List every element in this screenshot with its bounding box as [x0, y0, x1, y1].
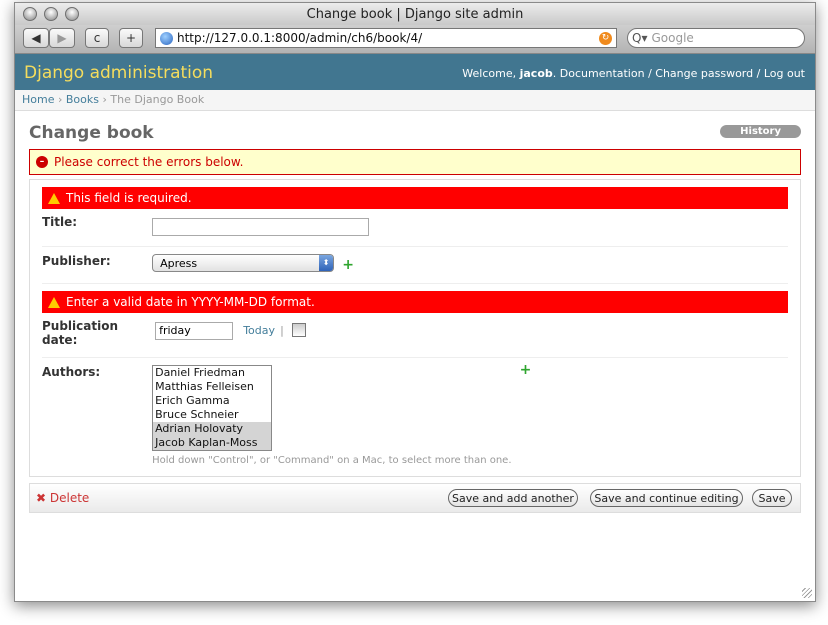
author-option-selected[interactable]: Jacob Kaplan-Moss [153, 436, 272, 450]
search-field[interactable]: Q▾ Google [627, 28, 805, 48]
title-input[interactable] [152, 218, 370, 236]
globe-icon [160, 31, 173, 45]
publisher-selected: Apress [160, 256, 198, 270]
warning-icon [48, 192, 60, 204]
save-add-another-button[interactable]: Save and add another [448, 489, 578, 507]
submit-row: ✖ Delete Save and add another Save and c… [29, 483, 801, 513]
authors-label: Authors: [42, 365, 101, 379]
browser-toolbar: ◀ ▶ c + http://127.0.0.1:8000/admin/ch6/… [15, 25, 815, 54]
publisher-select[interactable]: Apress ⬍ [152, 254, 335, 272]
author-option[interactable]: Daniel Friedman [153, 366, 271, 380]
authors-multiselect[interactable]: Daniel Friedman Matthias Felleisen Erich… [152, 365, 273, 451]
pubdate-label: Publication date: [42, 319, 147, 347]
pubdate-label-line2: date: [42, 333, 78, 347]
error-note-text: Please correct the errors below. [54, 155, 244, 169]
warning-icon [48, 296, 60, 308]
select-arrows-icon: ⬍ [319, 255, 334, 271]
resize-grip-icon[interactable] [802, 588, 812, 598]
page-title: Change book [29, 123, 154, 143]
site-brand[interactable]: Django administration [24, 63, 213, 83]
today-link[interactable]: Today [243, 324, 275, 337]
browser-window: Change book | Django site admin ◀ ▶ c + … [14, 2, 816, 602]
pubdate-row: Enter a valid date in YYYY-MM-DD format.… [42, 284, 788, 358]
add-publisher-icon[interactable]: + [342, 258, 354, 272]
delete-text: Delete [49, 491, 90, 505]
search-placeholder: Google [651, 31, 694, 45]
back-button[interactable]: ◀ [23, 28, 49, 48]
author-option[interactable]: Erich Gamma [153, 394, 271, 408]
forward-button[interactable]: ▶ [49, 28, 75, 48]
author-option[interactable]: Matthias Felleisen [153, 380, 271, 394]
breadcrumb-books[interactable]: Books [66, 93, 99, 106]
reload-button[interactable]: c [85, 28, 109, 48]
add-bookmark-button[interactable]: + [119, 28, 143, 48]
author-option-selected[interactable]: Adrian Holovaty [153, 422, 272, 436]
publisher-label: Publisher: [42, 254, 111, 268]
authors-row: Authors: Daniel Friedman Matthias Fellei… [42, 358, 788, 476]
calendar-icon[interactable] [291, 322, 306, 337]
pubdate-label-line1: Publication [42, 319, 119, 333]
title-error: This field is required. [42, 187, 788, 209]
pubdate-input[interactable]: friday [155, 321, 234, 340]
address-bar[interactable]: http://127.0.0.1:8000/admin/ch6/book/4/ … [155, 28, 617, 48]
main-content: Change book History – Please correct the… [29, 123, 801, 513]
username: jacob [519, 67, 553, 80]
title-row: This field is required. Title: [42, 180, 788, 247]
welcome-text: Welcome, [462, 67, 520, 80]
logout-link[interactable]: Log out [764, 67, 805, 80]
documentation-link[interactable]: Documentation [560, 67, 645, 80]
date-separator: | [280, 324, 284, 337]
user-tools: Welcome, jacob. Documentation / Change p… [462, 67, 805, 80]
author-option[interactable]: Bruce Schneier [153, 408, 271, 422]
refresh-icon[interactable]: ↻ [599, 31, 612, 45]
title-label: Title: [42, 215, 78, 229]
authors-help-text: Hold down "Control", or "Command" on a M… [152, 455, 512, 466]
error-icon: – [36, 156, 48, 168]
magnifier-icon: Q▾ [632, 31, 648, 45]
save-button[interactable]: Save [752, 489, 792, 507]
book-fieldset: This field is required. Title: Publisher… [29, 179, 801, 477]
title-error-text: This field is required. [66, 191, 192, 205]
window-title: Change book | Django site admin [306, 7, 524, 22]
pubdate-error: Enter a valid date in YYYY-MM-DD format. [42, 291, 788, 313]
error-note: – Please correct the errors below. [29, 149, 801, 175]
admin-header: Django administration Welcome, jacob. Do… [15, 54, 815, 90]
publisher-row: Publisher: Apress ⬍ + [42, 247, 788, 284]
breadcrumb: Home › Books › The Django Book [15, 90, 815, 111]
delete-x-icon: ✖ [36, 491, 47, 505]
url-text: http://127.0.0.1:8000/admin/ch6/book/4/ [177, 31, 423, 45]
delete-link[interactable]: ✖ Delete [36, 491, 89, 505]
breadcrumb-home[interactable]: Home [22, 93, 54, 106]
breadcrumb-current: The Django Book [110, 93, 205, 106]
pubdate-error-text: Enter a valid date in YYYY-MM-DD format. [66, 295, 315, 309]
title-bar: Change book | Django site admin [15, 3, 815, 25]
history-button[interactable]: History [720, 125, 801, 138]
save-continue-editing-button[interactable]: Save and continue editing [590, 489, 743, 507]
add-author-icon[interactable]: + [520, 363, 532, 377]
change-password-link[interactable]: Change password [655, 67, 753, 80]
